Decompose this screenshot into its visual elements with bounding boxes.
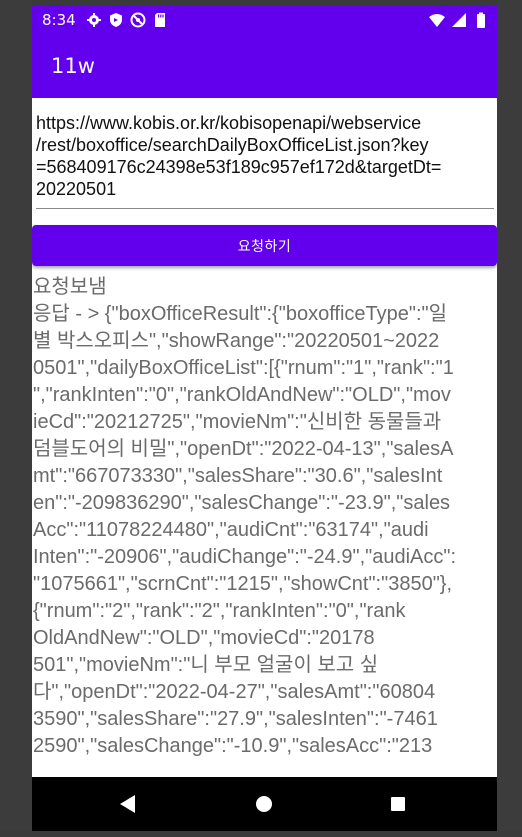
output-line: {"rnum":"2","rank":"2","rankInten":"0","…	[33, 600, 406, 622]
output-line: mt":"667073330","salesShare":"30.6","sal…	[33, 465, 443, 487]
output-line: 3590","salesShare":"27.9","salesInten":"…	[33, 708, 438, 730]
output-line: 요청보냄	[33, 276, 107, 298]
gear-icon	[87, 13, 101, 27]
battery-icon	[477, 12, 485, 28]
output-line: 별 박스오피스","showRange":"20220501~2022	[33, 330, 440, 352]
status-time: 8:34	[42, 11, 76, 29]
status-bar: 8:34	[32, 6, 497, 34]
output-line: 다","openDt":"2022-04-27","salesAmt":"608…	[33, 681, 436, 703]
request-button-label: 요청하기	[237, 238, 292, 255]
request-button[interactable]: 요청하기	[32, 225, 497, 266]
output-line: 2590","salesChange":"-10.9","salesAcc":"…	[33, 735, 433, 757]
output-line: "1075661","scrnCnt":"1215","showCnt":"38…	[33, 573, 453, 595]
back-icon[interactable]	[120, 795, 135, 813]
output-line: 501","movieNm":"니 부모 얼굴이 보고 싶	[33, 654, 379, 676]
do-not-disturb-icon	[130, 12, 146, 28]
emulator-frame-bottom	[0, 831, 522, 837]
response-output: 요청보냄 응답 - > {"boxOfficeResult":{"boxoffi…	[33, 274, 495, 778]
output-line: Acc":"11078224480","audiCnt":"63174","au…	[33, 519, 429, 541]
output-line: 0501","dailyBoxOfficeList":[{"rnum":"1",…	[33, 357, 454, 379]
url-input-text[interactable]: https://www.kobis.or.kr/kobisopenapi/web…	[36, 112, 494, 200]
url-line: =568409176c24398e53f189c957ef172d&target…	[36, 157, 442, 177]
signal-icon	[452, 13, 466, 27]
wifi-icon	[429, 14, 445, 27]
shield-icon	[110, 13, 122, 27]
url-line: /rest/boxoffice/searchDailyBoxOfficeList…	[36, 135, 429, 155]
url-line: https://www.kobis.or.kr/kobisopenapi/web…	[36, 113, 422, 133]
output-line: OldAndNew":"OLD","movieCd":"20178	[33, 627, 375, 649]
emulator-frame-right	[497, 0, 522, 837]
home-icon[interactable]	[256, 796, 272, 812]
output-line: ieCd":"20212725","movieNm":"신비한 동물들과	[33, 411, 442, 433]
output-line: en":"-209836290","salesChange":"-23.9","…	[33, 492, 451, 514]
url-input[interactable]: https://www.kobis.or.kr/kobisopenapi/web…	[36, 112, 494, 209]
output-line: 덤블도어의 비밀","openDt":"2022-04-13","salesA	[33, 438, 454, 460]
output-text: 요청보냄 응답 - > {"boxOfficeResult":{"boxoffi…	[33, 274, 495, 760]
app-title: 11w	[51, 54, 95, 78]
device-screen: 8:34 11w https://www.kobis.or.kr/kobisop…	[32, 6, 497, 831]
sd-card-icon	[155, 13, 165, 27]
emulator-frame-left	[0, 0, 32, 837]
recents-icon[interactable]	[391, 797, 405, 811]
output-line: Inten":"-20906","audiChange":"-24.9","au…	[33, 546, 457, 568]
app-bar: 11w	[32, 34, 497, 98]
url-line: 20220501	[36, 179, 117, 199]
output-line: ","rankInten":"0","rankOldAndNew":"OLD",…	[33, 384, 451, 406]
output-line: 응답 - > {"boxOfficeResult":{"boxofficeTyp…	[33, 303, 448, 325]
navigation-bar	[32, 777, 497, 831]
